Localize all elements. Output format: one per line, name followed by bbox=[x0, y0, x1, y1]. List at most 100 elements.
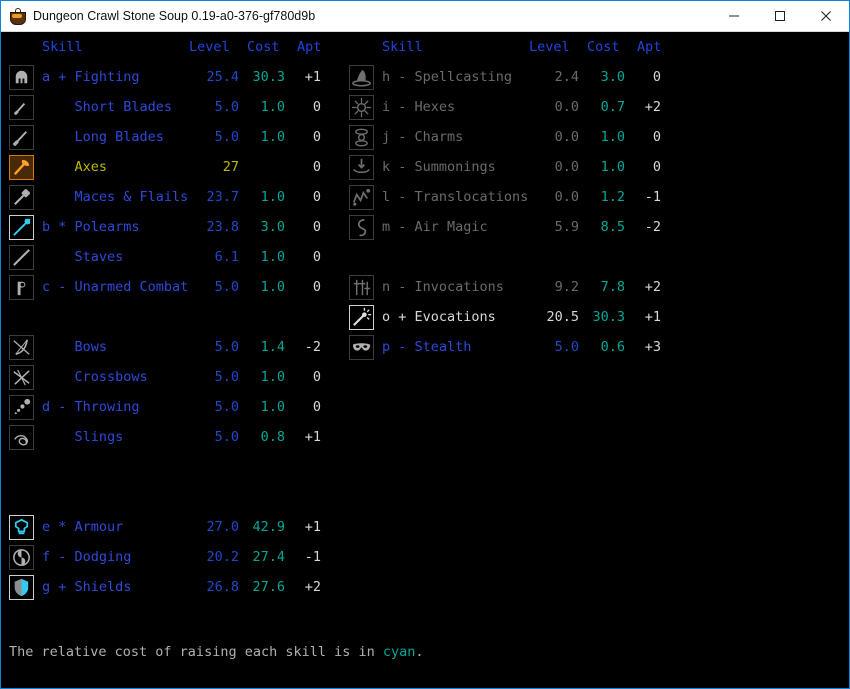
crossbow-icon[interactable] bbox=[9, 365, 34, 390]
header-level: Level bbox=[529, 39, 570, 55]
skill-level: 5.0 bbox=[214, 369, 239, 385]
bow-icon[interactable] bbox=[9, 335, 34, 360]
invocations-icon[interactable] bbox=[349, 275, 374, 300]
cauldron-icon bbox=[9, 8, 26, 25]
skill-level: 27 bbox=[222, 159, 239, 175]
air-magic-icon[interactable] bbox=[349, 215, 374, 240]
title-bar: Dungeon Crawl Stone Soup 0.19-a0-376-gf7… bbox=[1, 1, 849, 32]
skill-aptitude: -1 bbox=[644, 189, 661, 205]
short-blade-icon[interactable] bbox=[9, 95, 34, 120]
skill-row[interactable]: o + Evocations 20.5 30.3 +1 bbox=[349, 302, 689, 332]
skill-row[interactable]: Bows 5.0 1.4 -2 bbox=[9, 332, 349, 362]
skill-row[interactable]: Maces & Flails 23.7 1.0 0 bbox=[9, 182, 349, 212]
skill-row[interactable]: Slings 5.0 0.8 +1 bbox=[9, 422, 349, 452]
skill-aptitude: 0 bbox=[312, 399, 321, 415]
skill-cost: 7.8 bbox=[600, 279, 625, 295]
skill-name: d - Throwing bbox=[42, 399, 140, 415]
axe-icon[interactable] bbox=[9, 155, 34, 180]
skill-aptitude: 0 bbox=[312, 129, 321, 145]
skill-name: i - Hexes bbox=[382, 99, 456, 115]
long-blade-icon[interactable] bbox=[9, 125, 34, 150]
skill-row[interactable]: k - Summonings 0.0 1.0 0 bbox=[349, 152, 689, 182]
skill-row[interactable]: Long Blades 5.0 1.0 0 bbox=[9, 122, 349, 152]
skill-row[interactable]: p - Stealth 5.0 0.6 +3 bbox=[349, 332, 689, 362]
translocations-icon[interactable] bbox=[349, 185, 374, 210]
staff-icon[interactable] bbox=[9, 245, 34, 270]
shield-icon[interactable] bbox=[9, 575, 34, 600]
skill-cost: 1.0 bbox=[260, 399, 285, 415]
row-spacer bbox=[9, 302, 349, 332]
skill-level: 5.0 bbox=[214, 429, 239, 445]
skill-cost: 3.0 bbox=[260, 219, 285, 235]
skill-row[interactable]: i - Hexes 0.0 0.7 +2 bbox=[349, 92, 689, 122]
skill-row[interactable]: b * Polearms 23.8 3.0 0 bbox=[9, 212, 349, 242]
skill-row[interactable]: a + Fighting 25.4 30.3 +1 bbox=[9, 62, 349, 92]
skill-name: e * Armour bbox=[42, 519, 124, 535]
skill-name: Axes bbox=[42, 159, 108, 175]
throwing-icon[interactable] bbox=[9, 395, 34, 420]
polearm-icon[interactable] bbox=[9, 215, 34, 240]
summonings-icon[interactable] bbox=[349, 155, 374, 180]
skill-cost: 0.7 bbox=[600, 99, 625, 115]
hexes-icon[interactable] bbox=[349, 95, 374, 120]
skill-aptitude: +2 bbox=[304, 579, 321, 595]
skill-row[interactable]: m - Air Magic 5.9 8.5 -2 bbox=[349, 212, 689, 242]
header-skill: Skill bbox=[42, 39, 83, 55]
application-window: Dungeon Crawl Stone Soup 0.19-a0-376-gf7… bbox=[0, 0, 850, 689]
skill-row[interactable]: l - Translocations 0.0 1.2 -1 bbox=[349, 182, 689, 212]
skill-aptitude: 0 bbox=[312, 99, 321, 115]
skill-aptitude: +2 bbox=[644, 99, 661, 115]
skill-level: 5.0 bbox=[214, 99, 239, 115]
evocations-icon[interactable] bbox=[349, 305, 374, 330]
armour-icon[interactable] bbox=[9, 515, 34, 540]
skill-name: b * Polearms bbox=[42, 219, 140, 235]
skill-aptitude: +1 bbox=[304, 519, 321, 535]
skill-cost: 1.0 bbox=[260, 369, 285, 385]
skill-row[interactable]: h - Spellcasting 2.4 3.0 0 bbox=[349, 62, 689, 92]
header-cost: Cost bbox=[587, 39, 620, 55]
skill-aptitude: 0 bbox=[652, 69, 661, 85]
mace-icon[interactable] bbox=[9, 185, 34, 210]
dodging-icon[interactable] bbox=[9, 545, 34, 570]
row-spacer bbox=[9, 482, 349, 512]
skill-row[interactable]: e * Armour 27.0 42.9 +1 bbox=[9, 512, 349, 542]
sling-icon[interactable] bbox=[9, 425, 34, 450]
wizard-hat-icon[interactable] bbox=[349, 65, 374, 90]
skill-level: 23.8 bbox=[206, 219, 239, 235]
skill-row[interactable]: Crossbows 5.0 1.0 0 bbox=[9, 362, 349, 392]
header-cost: Cost bbox=[247, 39, 280, 55]
skill-name: Short Blades bbox=[42, 99, 173, 115]
skill-aptitude: +3 bbox=[644, 339, 661, 355]
minimize-button[interactable] bbox=[711, 1, 757, 31]
skill-row[interactable]: g + Shields 26.8 27.6 +2 bbox=[9, 572, 349, 602]
skill-aptitude: -1 bbox=[304, 549, 321, 565]
footer: The relative cost of raising each skill … bbox=[9, 602, 829, 688]
skill-aptitude: -2 bbox=[304, 339, 321, 355]
skill-row[interactable]: Short Blades 5.0 1.0 0 bbox=[9, 92, 349, 122]
skill-row[interactable]: Staves 6.1 1.0 0 bbox=[9, 242, 349, 272]
skill-row[interactable]: n - Invocations 9.2 7.8 +2 bbox=[349, 272, 689, 302]
skill-column-left: Skill Level Cost Apt a + Fighting 25.4 30.3 +1 … bbox=[9, 32, 349, 602]
skill-row[interactable]: f - Dodging 20.2 27.4 -1 bbox=[9, 542, 349, 572]
charms-icon[interactable] bbox=[349, 125, 374, 150]
skill-row[interactable]: Axes 27 0 bbox=[9, 152, 349, 182]
skill-name: h - Spellcasting bbox=[382, 69, 513, 85]
skill-name: g + Shields bbox=[42, 579, 132, 595]
skill-level: 0.0 bbox=[554, 189, 579, 205]
helmet-icon[interactable] bbox=[9, 65, 34, 90]
skill-level: 20.2 bbox=[206, 549, 239, 565]
skill-name: c - Unarmed Combat bbox=[42, 279, 189, 295]
stealth-icon[interactable] bbox=[349, 335, 374, 360]
skill-cost: 42.9 bbox=[252, 519, 285, 535]
skill-cost: 30.3 bbox=[252, 69, 285, 85]
skill-name: j - Charms bbox=[382, 129, 464, 145]
skill-row[interactable]: c - Unarmed Combat 5.0 1.0 0 bbox=[9, 272, 349, 302]
close-button[interactable] bbox=[803, 1, 849, 31]
skill-name: Slings bbox=[42, 429, 124, 445]
skill-row[interactable]: j - Charms 0.0 1.0 0 bbox=[349, 122, 689, 152]
fist-icon[interactable] bbox=[9, 275, 34, 300]
skill-level: 9.2 bbox=[554, 279, 579, 295]
window-title: Dungeon Crawl Stone Soup 0.19-a0-376-gf7… bbox=[33, 9, 316, 23]
maximize-button[interactable] bbox=[757, 1, 803, 31]
skill-row[interactable]: d - Throwing 5.0 1.0 0 bbox=[9, 392, 349, 422]
